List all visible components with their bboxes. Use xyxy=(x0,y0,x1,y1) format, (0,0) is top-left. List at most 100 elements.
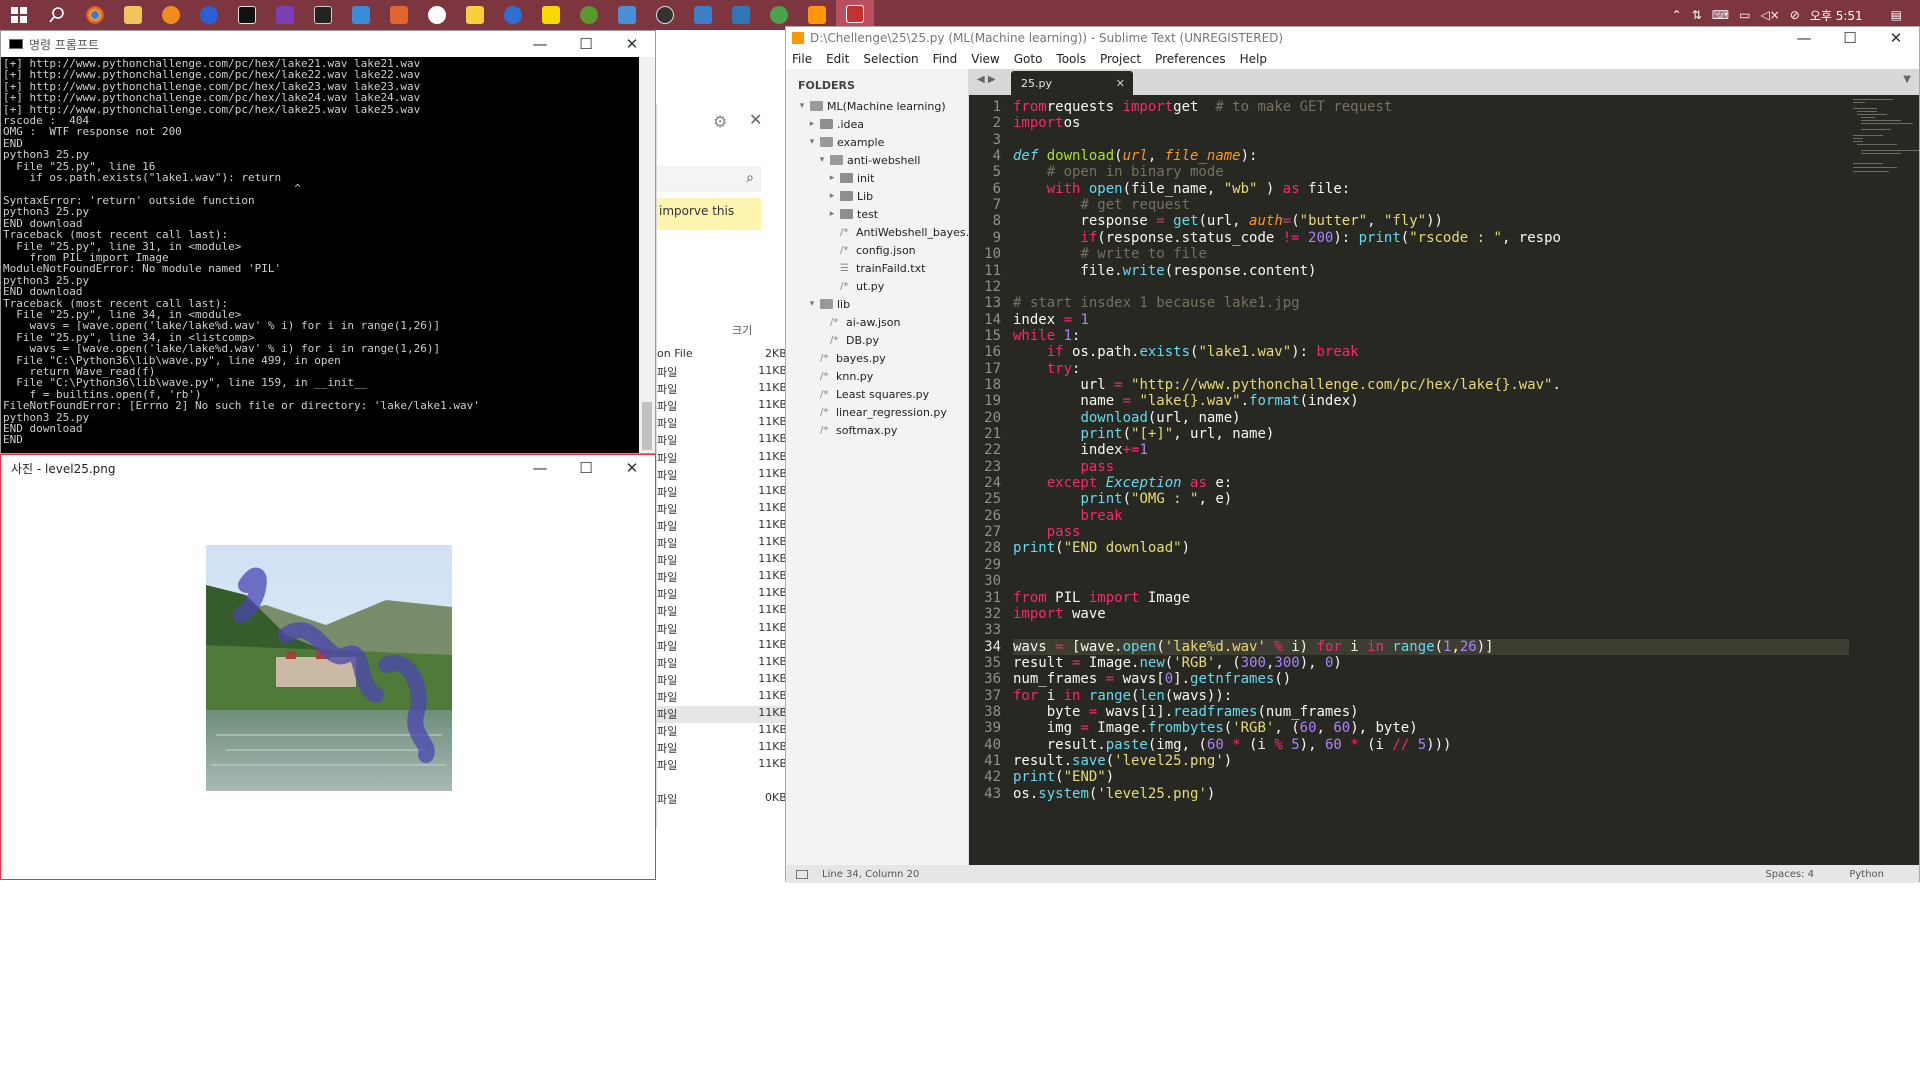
sublime-titlebar[interactable]: D:\Chellenge\25\25.py (ML(Machine learni… xyxy=(786,27,1919,49)
list-item[interactable]: 파일 11KB xyxy=(657,757,787,774)
sidebar-item[interactable]: ▾ anti-webshell xyxy=(818,151,921,169)
block-icon[interactable]: ⊘ xyxy=(1790,8,1800,22)
list-item[interactable]: 파일 11KB xyxy=(657,603,787,620)
list-item[interactable]: 파일 11KB xyxy=(657,432,787,449)
list-item[interactable]: 파일 11KB xyxy=(657,484,787,501)
menu-goto[interactable]: Goto xyxy=(1014,52,1043,66)
sidebar-item[interactable]: /* DB.py xyxy=(818,331,879,349)
maximize-button[interactable]: ☐ xyxy=(563,455,609,481)
minimize-button[interactable]: — xyxy=(1781,27,1827,49)
list-item[interactable]: 파일 11KB xyxy=(657,672,787,689)
sidebar-item[interactable]: ▾ ML(Machine learning) xyxy=(798,97,946,115)
taskbar-onenote[interactable] xyxy=(266,0,304,30)
tab-prev-icon[interactable]: ◀ ▶ xyxy=(977,74,996,85)
maximize-button[interactable]: ☐ xyxy=(563,31,609,57)
panel-icon[interactable] xyxy=(796,869,808,879)
scrollbar[interactable] xyxy=(639,57,655,453)
scrollbar-thumb[interactable] xyxy=(642,402,652,450)
list-item[interactable]: 파일 11KB xyxy=(657,364,787,381)
code-editor[interactable]: 1 2 3 4 5 6 7 8 9 10 11 12 13 14 15 16 17 18 19 20 21 22 23 24 2… xyxy=(969,95,1919,865)
close-icon[interactable]: ✕ xyxy=(749,110,762,129)
taskbar-app-dark[interactable] xyxy=(646,0,684,30)
list-item[interactable]: 파일 11KB xyxy=(657,535,787,552)
sidebar-item[interactable]: /* linear_regression.py xyxy=(808,403,947,421)
keyboard-icon[interactable]: ⌨ xyxy=(1712,8,1729,22)
sidebar-item[interactable]: /* AntiWebshell_bayes.py xyxy=(828,223,983,241)
list-item[interactable]: 파일 11KB xyxy=(657,740,787,757)
sidebar-item[interactable]: /* ai-aw.json xyxy=(818,313,900,331)
list-item[interactable]: 파일 11KB xyxy=(657,706,787,723)
sidebar-item[interactable]: ▸ .idea xyxy=(808,115,864,133)
list-item[interactable]: 파일 11KB xyxy=(657,552,787,569)
list-item[interactable]: 파일 11KB xyxy=(657,467,787,484)
cmd-titlebar[interactable]: 명령 프롬프트 — ☐ ✕ xyxy=(1,31,655,57)
sidebar-item[interactable]: /* config.json xyxy=(828,241,916,259)
chevron-up-icon[interactable]: ⌃ xyxy=(1672,8,1682,22)
list-item[interactable]: on File 2KB xyxy=(657,347,787,364)
close-button[interactable]: ✕ xyxy=(1873,27,1919,49)
list-item[interactable]: 파일 11KB xyxy=(657,638,787,655)
tab-dropdown-icon[interactable]: ▼ xyxy=(1903,74,1911,85)
menu-find[interactable]: Find xyxy=(933,52,958,66)
list-item[interactable]: 파일 0KB xyxy=(657,791,787,808)
notification-icon[interactable]: ▤ xyxy=(1891,8,1902,22)
taskbar-explorer[interactable] xyxy=(114,0,152,30)
menu-preferences[interactable]: Preferences xyxy=(1155,52,1226,66)
minimap[interactable] xyxy=(1849,95,1919,865)
indent-setting[interactable]: Spaces: 4 xyxy=(1765,869,1814,880)
minimize-button[interactable]: — xyxy=(517,455,563,481)
battery-icon[interactable]: ▭ xyxy=(1739,8,1750,22)
settings-icon[interactable]: ⚙ xyxy=(713,112,727,131)
list-item[interactable]: 파일 11KB xyxy=(657,723,787,740)
list-item[interactable]: 파일 11KB xyxy=(657,415,787,432)
taskbar-burp[interactable] xyxy=(380,0,418,30)
taskbar-remote[interactable] xyxy=(342,0,380,30)
list-item[interactable]: 파일 11KB xyxy=(657,586,787,603)
menu-file[interactable]: File xyxy=(792,52,812,66)
taskbar-chrome[interactable] xyxy=(76,0,114,30)
close-button[interactable]: ✕ xyxy=(609,31,655,57)
list-item[interactable]: 파일 11KB xyxy=(657,398,787,415)
menu-selection[interactable]: Selection xyxy=(863,52,918,66)
taskbar-kakao[interactable] xyxy=(532,0,570,30)
search-button[interactable] xyxy=(38,0,76,30)
list-item[interactable]: 파일 11KB xyxy=(657,655,787,672)
taskbar-terminal[interactable] xyxy=(304,0,342,30)
taskbar-network[interactable] xyxy=(684,0,722,30)
sidebar-item[interactable]: /* bayes.py xyxy=(808,349,886,367)
search-box[interactable]: ⌕ xyxy=(657,166,761,192)
list-item[interactable]: 파일 11KB xyxy=(657,450,787,467)
taskbar-pycharm[interactable] xyxy=(228,0,266,30)
taskbar-notes[interactable] xyxy=(456,0,494,30)
sidebar-item[interactable]: ☰ trainFaild.txt xyxy=(828,259,925,277)
taskbar-app-green[interactable] xyxy=(570,0,608,30)
list-item[interactable]: 파일 11KB xyxy=(657,381,787,398)
menu-tools[interactable]: Tools xyxy=(1056,52,1086,66)
syntax-setting[interactable]: Python xyxy=(1849,869,1884,880)
list-item[interactable]: 파일 11KB xyxy=(657,501,787,518)
sidebar-item[interactable]: /* softmax.py xyxy=(808,421,897,439)
taskbar-github[interactable] xyxy=(418,0,456,30)
photos-titlebar[interactable]: 사진 - level25.png — ☐ ✕ xyxy=(1,455,655,481)
sidebar-item[interactable]: ▾ lib xyxy=(808,295,850,313)
taskbar-search-app[interactable] xyxy=(152,0,190,30)
sidebar-item[interactable]: ▸ Lib xyxy=(828,187,873,205)
volume-icon[interactable]: ◁× xyxy=(1760,8,1779,22)
sidebar-item[interactable]: /* knn.py xyxy=(808,367,873,385)
list-item[interactable]: 파일 11KB xyxy=(657,621,787,638)
sidebar-item[interactable]: ▸ test xyxy=(828,205,878,223)
cmd-output[interactable]: [+] http://www.pythonchallenge.com/pc/he… xyxy=(1,57,639,453)
column-size-header[interactable]: 크기 xyxy=(732,322,752,338)
maximize-button[interactable]: ☐ xyxy=(1827,27,1873,49)
taskbar-clock[interactable]: 오후 5:51 xyxy=(1810,7,1863,24)
menu-project[interactable]: Project xyxy=(1100,52,1141,66)
taskbar-firefox[interactable] xyxy=(190,0,228,30)
menu-edit[interactable]: Edit xyxy=(826,52,849,66)
menu-view[interactable]: View xyxy=(971,52,999,66)
sidebar-item[interactable]: ▸ init xyxy=(828,169,875,187)
close-button[interactable]: ✕ xyxy=(609,455,655,481)
tab-25py[interactable]: 25.py ✕ xyxy=(1011,71,1133,95)
sidebar-item[interactable]: ▾ example xyxy=(808,133,885,151)
list-item[interactable]: 파일 11KB xyxy=(657,569,787,586)
taskbar-vm[interactable] xyxy=(722,0,760,30)
